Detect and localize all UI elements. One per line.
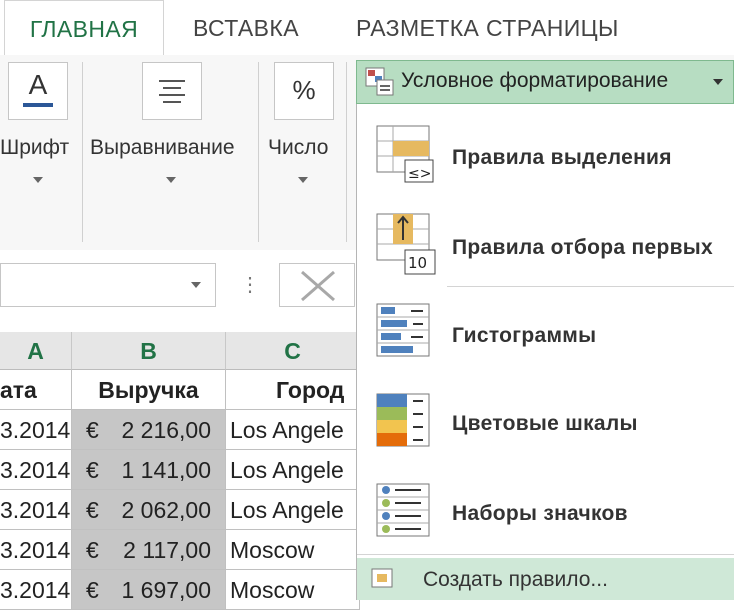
chevron-down-icon [713, 79, 723, 85]
percent-icon: % [292, 75, 316, 105]
menu-item-label: Наборы значков [452, 502, 628, 525]
menu-divider [447, 286, 734, 287]
font-color-icon: A [28, 69, 48, 100]
data-bars-icon [376, 303, 430, 357]
menu-item-new-rule[interactable]: Создать правило... [357, 558, 734, 600]
font-group-label: Шрифт [0, 136, 70, 159]
chevron-down-icon[interactable] [191, 282, 201, 288]
currency-symbol: € [86, 497, 99, 523]
menu-item-label: Правила выделения [452, 146, 672, 169]
icon-sets-icon [376, 483, 430, 537]
ribbon-divider [346, 62, 347, 242]
column-header-a[interactable]: A [0, 332, 72, 370]
currency-symbol: € [86, 577, 99, 603]
cell-value: 2 117,00 [123, 537, 211, 563]
table-cell[interactable]: 3.2014 [0, 530, 72, 570]
table-cell[interactable]: € 1 141,00 [72, 450, 226, 490]
menu-item-label: Цветовые шкалы [452, 412, 638, 435]
table-cell[interactable]: € 2 117,00 [72, 530, 226, 570]
cell-value: 1 697,00 [121, 577, 211, 603]
table-cell[interactable]: 3.2014 [0, 450, 72, 490]
formula-bar-grip-icon: ⋮ [240, 274, 260, 296]
align-center-icon [159, 80, 185, 103]
menu-item-color-scales[interactable]: Цветовые шкалы [357, 378, 734, 464]
cell-value: 2 216,00 [121, 417, 211, 443]
align-group-label: Выравнивание [90, 136, 235, 159]
currency-symbol: € [86, 417, 99, 443]
conditional-formatting-icon [365, 67, 394, 96]
table-cell[interactable]: Los Angele [226, 450, 360, 490]
conditional-formatting-label: Условное форматирование [401, 69, 669, 92]
cell-value: 2 062,00 [121, 497, 211, 523]
table-cell[interactable]: Los Angele [226, 490, 360, 530]
menu-divider [357, 554, 734, 555]
new-rule-icon [371, 568, 393, 588]
ribbon-tabs: ГЛАВНАЯ ВСТАВКА РАЗМЕТКА СТРАНИЦЫ [0, 0, 734, 57]
table-cell[interactable]: Los Angele [226, 410, 360, 450]
cancel-entry-button[interactable] [279, 263, 355, 307]
menu-item-icon-sets[interactable]: Наборы значков [357, 466, 734, 552]
top-bottom-rules-icon: 10 [376, 213, 436, 275]
table-cell[interactable]: Город [226, 370, 360, 410]
table-cell[interactable]: Moscow [226, 570, 360, 610]
font-button[interactable]: A [8, 62, 68, 120]
table-cell[interactable]: 3.2014 [0, 410, 72, 450]
table-cell[interactable]: ата [0, 370, 72, 410]
svg-text:≤>: ≤> [408, 166, 431, 182]
ribbon-divider [82, 62, 83, 242]
table-cell[interactable]: 3.2014 [0, 490, 72, 530]
top-ten-badge: 10 [408, 254, 427, 272]
close-icon [301, 270, 335, 302]
table-cell[interactable]: € 2 216,00 [72, 410, 226, 450]
menu-item-label: Правила отбора первых [452, 236, 714, 259]
tab-home[interactable]: ГЛАВНАЯ [4, 0, 164, 57]
chevron-down-icon[interactable] [298, 177, 308, 183]
conditional-formatting-button[interactable]: Условное форматирование [356, 60, 734, 104]
table-cell[interactable]: Moscow [226, 530, 360, 570]
number-group-label: Число [268, 136, 329, 159]
highlight-rules-icon: ≤> [376, 125, 434, 183]
column-header-c[interactable]: C [226, 332, 360, 370]
conditional-formatting-menu: ≤> Правила выделения 10 Правила отбора п… [356, 104, 734, 600]
menu-item-highlight-rules[interactable]: ≤> Правила выделения [357, 110, 734, 196]
currency-symbol: € [86, 457, 99, 483]
new-rule-label: Создать правило... [423, 568, 608, 591]
tab-insert[interactable]: ВСТАВКА [193, 0, 299, 55]
tab-page-layout[interactable]: РАЗМЕТКА СТРАНИЦЫ [356, 0, 619, 55]
align-button[interactable] [142, 62, 202, 120]
table-cell[interactable]: Выручка [72, 370, 226, 410]
menu-item-label: Гистограммы [452, 324, 597, 347]
menu-item-data-bars[interactable]: Гистограммы [357, 290, 734, 376]
menu-item-top-bottom-rules[interactable]: 10 Правила отбора первых [357, 198, 734, 284]
currency-symbol: € [86, 537, 99, 563]
cell-value: 1 141,00 [121, 457, 211, 483]
table-cell[interactable]: € 2 062,00 [72, 490, 226, 530]
column-header-b[interactable]: B [72, 332, 226, 370]
ribbon-divider [258, 62, 259, 242]
chevron-down-icon[interactable] [166, 177, 176, 183]
table-cell[interactable]: € 1 697,00 [72, 570, 226, 610]
name-box[interactable] [0, 263, 216, 307]
font-color-underline [23, 103, 53, 107]
number-button[interactable]: % [274, 62, 334, 120]
color-scales-icon [376, 393, 430, 447]
chevron-down-icon[interactable] [33, 177, 43, 183]
table-cell[interactable]: 3.2014 [0, 570, 72, 610]
